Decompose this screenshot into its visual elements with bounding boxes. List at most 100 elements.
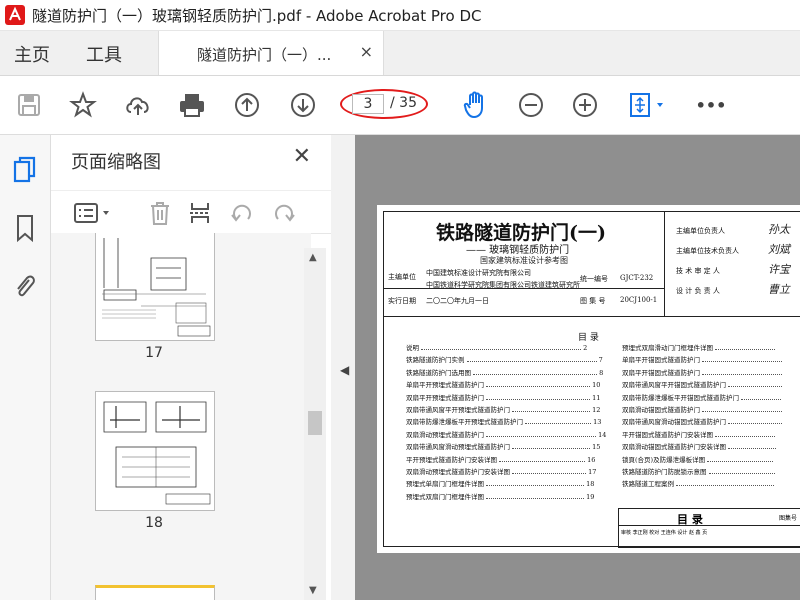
panel-splitter[interactable]: ◀ bbox=[331, 135, 355, 600]
toc-row: 平开预埋式隧道防护门安装详图 16 bbox=[406, 455, 596, 464]
toc-row: 预埋式单扇门门框埋件详图 18 bbox=[406, 480, 595, 489]
divider bbox=[384, 288, 664, 289]
hand-tool-button[interactable] bbox=[461, 90, 491, 120]
date: 二〇二〇年九月一日 bbox=[426, 297, 489, 305]
document-subtitle: —— 玻璃钢轻质防护门 bbox=[466, 245, 570, 256]
divider bbox=[619, 525, 800, 526]
thumbnail-scrollbar[interactable]: ▲ ▼ bbox=[304, 248, 326, 600]
tab-document[interactable]: 隧道防护门（一）... × bbox=[158, 31, 384, 75]
page-number-box: 3 / 35 bbox=[340, 89, 430, 119]
toc-row: 双扇平开锚固式隧道防护门 bbox=[622, 367, 783, 379]
toc-row: 双扇带通风窗滑动预埋式隧道防护门 15 bbox=[406, 443, 601, 452]
toc-row: 双扇平开预埋式隧道防护门 11 bbox=[406, 393, 601, 402]
toc-row: 双扇滑动锚固式隧道防护门 bbox=[622, 404, 783, 416]
toc-row: 说明 2 bbox=[406, 344, 588, 352]
title-block: 铁路隧道防护门(一) —— 玻璃钢轻质防护门 国家建筑标准设计参考图 主编单位 … bbox=[384, 212, 800, 317]
toc-right: 预埋式双扇滑动门门框埋件详图 单扇平开锚固式隧道防护门 双扇平开锚固式隧道防护门… bbox=[622, 342, 783, 491]
next-page-button[interactable] bbox=[288, 90, 318, 120]
acrobat-logo-icon bbox=[4, 4, 25, 25]
bookmark-star-button[interactable] bbox=[68, 90, 98, 120]
signature: 刘斌 bbox=[768, 243, 790, 256]
footer-atlas-label: 图集号 bbox=[779, 515, 798, 522]
code: GJCT-232 bbox=[620, 274, 654, 282]
zoom-out-button[interactable] bbox=[516, 90, 546, 120]
toc-left: 说明 2 铁路隧道防护门实例 7 铁路隧道防护门选用图 8 单扇平开预埋式隧道防… bbox=[406, 342, 606, 503]
fit-page-button[interactable] bbox=[626, 90, 670, 120]
toc-row: 铁路隧道防护门实例 7 bbox=[406, 356, 603, 365]
tab-document-label: 隧道防护门（一）... bbox=[197, 46, 332, 64]
toc-row: 双扇带通风窗滑动锚固式隧道防护门 bbox=[622, 416, 783, 428]
zoom-in-button[interactable] bbox=[570, 90, 600, 120]
panel-toolbar bbox=[51, 190, 331, 234]
delete-page-icon[interactable] bbox=[147, 200, 173, 226]
thumbnail-list: 17 18 bbox=[51, 233, 311, 600]
toc-row: 预埋式双扇门门框埋件详图 19 bbox=[406, 492, 595, 501]
attachments-icon[interactable] bbox=[10, 271, 40, 301]
thumbnail-page-19[interactable] bbox=[95, 585, 215, 600]
signature: 许宝 bbox=[768, 263, 790, 276]
page-total: / 35 bbox=[390, 95, 417, 111]
toc-row: 铁路隧道防护门防脱锁示意图 bbox=[622, 466, 782, 478]
page-thumbnails-icon[interactable] bbox=[10, 155, 40, 185]
scroll-thumb[interactable] bbox=[308, 411, 322, 435]
editor-unit: 中国建筑标准设计研究院有限公司 bbox=[426, 269, 531, 277]
more-tools-button[interactable]: ••• bbox=[696, 90, 727, 120]
date-label: 实行日期 bbox=[388, 297, 416, 305]
toolbar: 3 / 35 ••• bbox=[0, 76, 800, 135]
left-rail bbox=[0, 135, 51, 600]
toc-row: 双扇滑动预埋式隧道防护门安装详图 17 bbox=[406, 467, 597, 476]
thumbnail-page-17[interactable] bbox=[95, 233, 215, 341]
toc-row: 双扇带防爆泄爆板平开锚固式隧道防护门 bbox=[622, 392, 782, 404]
thumbnails-panel: 页面缩略图 ✕ 17 18 ▲ ▼ bbox=[51, 135, 332, 600]
toc-row: 单扇平开预埋式隧道防护门 10 bbox=[406, 381, 601, 390]
role-label: 设 计 负 责 人 bbox=[676, 287, 720, 295]
rotate-left-icon[interactable] bbox=[229, 200, 255, 226]
panel-close-button[interactable]: ✕ bbox=[293, 144, 311, 169]
thumbnail-label-17: 17 bbox=[145, 345, 163, 361]
save-button[interactable] bbox=[14, 90, 44, 120]
toc-row: 双扇滑动锚固式隧道防护门安装详图 bbox=[622, 441, 782, 453]
previous-page-button[interactable] bbox=[232, 90, 262, 120]
print-button[interactable] bbox=[177, 90, 207, 120]
toc-row: 铁路隧道工程案例 bbox=[622, 478, 782, 490]
code-label: 统一编号 bbox=[580, 275, 608, 283]
thumbnail-page-18[interactable] bbox=[95, 391, 215, 511]
footer-row: 审核 李正刚 校对 王连伟 设计 赵 鑫 页 bbox=[621, 530, 708, 536]
page-number-input[interactable]: 3 bbox=[352, 94, 384, 114]
tab-tools[interactable]: 工具 bbox=[86, 41, 122, 67]
bookmarks-icon[interactable] bbox=[10, 213, 40, 243]
thumbnail-options-button[interactable] bbox=[73, 200, 113, 226]
panel-title: 页面缩略图 bbox=[71, 152, 161, 173]
toc-row: 双扇带通风窗平开锚固式隧道防护门 bbox=[622, 379, 783, 391]
document-category: 国家建筑标准设计参考图 bbox=[480, 256, 568, 265]
scroll-up-icon[interactable]: ▲ bbox=[309, 252, 317, 263]
title-bar: 隧道防护门（一）玻璃钢轻质防护门.pdf - Adobe Acrobat Pro… bbox=[0, 0, 800, 31]
upload-cloud-button[interactable] bbox=[123, 90, 153, 120]
title-block-left: 铁路隧道防护门(一) —— 玻璃钢轻质防护门 国家建筑标准设计参考图 主编单位 … bbox=[384, 212, 665, 316]
document-area: 铁路隧道防护门(一) —— 玻璃钢轻质防护门 国家建筑标准设计参考图 主编单位 … bbox=[355, 135, 800, 600]
thumbnail-label-18: 18 bbox=[145, 515, 163, 531]
toc-row: 铁路隧道防护门选用图 8 bbox=[406, 368, 604, 377]
editor-unit-label: 主编单位 bbox=[388, 273, 416, 281]
collapse-panel-icon[interactable]: ◀ bbox=[340, 363, 349, 377]
role-label: 技 术 审 定 人 bbox=[676, 267, 720, 275]
toc-row: 单扇平开锚固式隧道防护门 bbox=[622, 354, 783, 366]
tab-bar: 主页 工具 隧道防护门（一）... × bbox=[0, 31, 800, 76]
pdf-page: 铁路隧道防护门(一) —— 玻璃钢轻质防护门 国家建筑标准设计参考图 主编单位 … bbox=[377, 205, 800, 553]
tab-home[interactable]: 主页 bbox=[14, 41, 50, 67]
insert-page-icon[interactable] bbox=[187, 200, 213, 226]
atlas: 20CJ100-1 bbox=[620, 296, 658, 304]
toc-row: 双扇带通风窗平开预埋式隧道防护门 12 bbox=[406, 405, 601, 414]
atlas-label: 图 集 号 bbox=[580, 297, 606, 305]
scroll-down-icon[interactable]: ▼ bbox=[309, 585, 317, 596]
role-label: 主编单位负责人 bbox=[676, 227, 725, 235]
tab-close-button[interactable]: × bbox=[360, 42, 373, 61]
role-label: 主编单位技术负责人 bbox=[676, 247, 739, 255]
rotate-right-icon[interactable] bbox=[271, 200, 297, 226]
signature: 孙太 bbox=[768, 223, 790, 236]
toc-row: 平开锚固式隧道防护门安装详图 bbox=[622, 429, 782, 441]
signature: 曹立 bbox=[768, 283, 790, 296]
footer-title-block: 目 录 图集号 审核 李正刚 校对 王连伟 设计 赵 鑫 页 bbox=[618, 508, 800, 548]
toc-row: 双扇带防爆泄爆板平开预埋式隧道防护门 13 bbox=[406, 418, 602, 427]
page-frame: 铁路隧道防护门(一) —— 玻璃钢轻质防护门 国家建筑标准设计参考图 主编单位 … bbox=[383, 211, 800, 548]
